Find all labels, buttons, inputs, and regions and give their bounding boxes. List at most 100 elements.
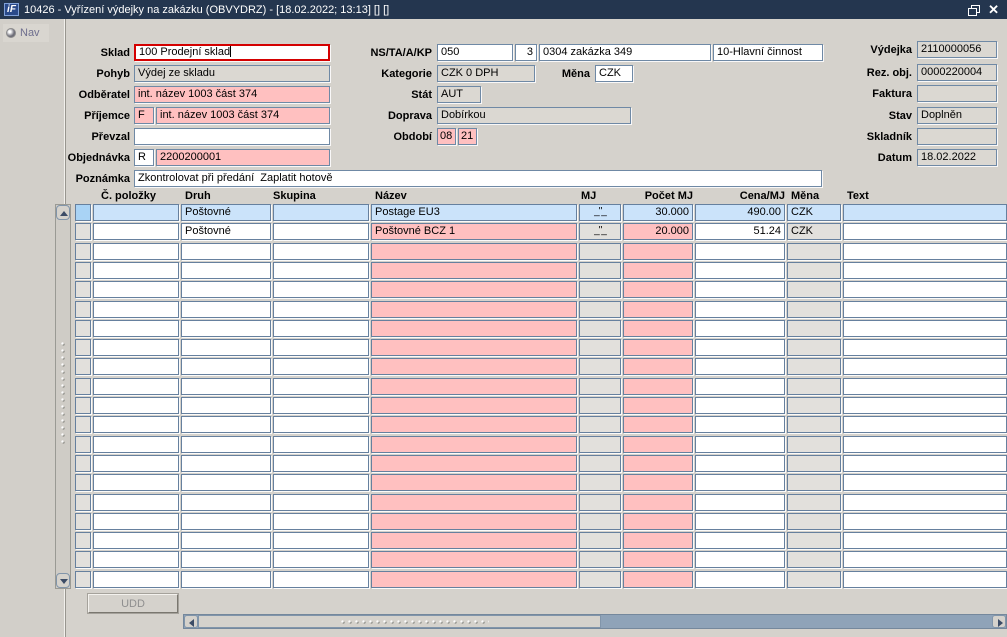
cell-text[interactable] bbox=[843, 551, 1007, 569]
cell-nazev[interactable] bbox=[371, 261, 577, 279]
objednavka-flag-field[interactable]: R bbox=[134, 149, 154, 166]
cell-pocet[interactable] bbox=[623, 493, 693, 511]
cell-pocet[interactable] bbox=[623, 551, 693, 569]
cell-text[interactable] bbox=[843, 474, 1007, 492]
prijemce-flag-field[interactable]: F bbox=[134, 107, 154, 124]
cell-druh[interactable]: Poštovné bbox=[181, 223, 271, 241]
cell-text[interactable] bbox=[843, 454, 1007, 472]
cell-mena[interactable]: CZK bbox=[787, 223, 841, 241]
cell-mena[interactable] bbox=[787, 512, 841, 530]
cell-mena[interactable] bbox=[787, 474, 841, 492]
sklad-field[interactable]: 100 Prodejní sklad bbox=[134, 44, 330, 61]
cell-text[interactable] bbox=[843, 223, 1007, 241]
cell-pocet[interactable] bbox=[623, 435, 693, 453]
cell-pocet[interactable] bbox=[623, 532, 693, 550]
cell-mena[interactable] bbox=[787, 358, 841, 376]
cell-mj[interactable]: _"_ bbox=[579, 223, 621, 241]
record-indicator[interactable] bbox=[75, 339, 91, 357]
cell-nazev[interactable] bbox=[371, 242, 577, 260]
cell-nazev[interactable] bbox=[371, 512, 577, 530]
cell-mena[interactable] bbox=[787, 377, 841, 395]
cell-pocet[interactable] bbox=[623, 358, 693, 376]
cell-mena[interactable] bbox=[787, 493, 841, 511]
record-indicator[interactable] bbox=[75, 397, 91, 414]
cell-mena[interactable] bbox=[787, 397, 841, 414]
cell-text[interactable] bbox=[843, 435, 1007, 453]
cell-druh[interactable] bbox=[181, 281, 271, 299]
nav-radio-icon[interactable] bbox=[6, 28, 16, 38]
objednavka-field[interactable]: 2200200001 bbox=[156, 149, 330, 166]
cell-pocet[interactable] bbox=[623, 261, 693, 279]
cell-cpolozky[interactable] bbox=[93, 300, 179, 318]
cell-cena[interactable] bbox=[695, 416, 785, 434]
cell-text[interactable] bbox=[843, 204, 1007, 221]
cell-mj[interactable] bbox=[579, 281, 621, 299]
cell-druh[interactable] bbox=[181, 339, 271, 357]
cell-nazev[interactable]: Postage EU3 bbox=[371, 204, 577, 221]
cell-cena[interactable] bbox=[695, 358, 785, 376]
cell-skupina[interactable] bbox=[273, 300, 369, 318]
cell-text[interactable] bbox=[843, 512, 1007, 530]
vertical-scrollbar[interactable] bbox=[55, 204, 71, 589]
cell-nazev[interactable]: Poštovné BCZ 1 bbox=[371, 223, 577, 241]
cell-mena[interactable] bbox=[787, 242, 841, 260]
record-indicator[interactable] bbox=[75, 454, 91, 472]
cell-cena[interactable] bbox=[695, 493, 785, 511]
cell-skupina[interactable] bbox=[273, 339, 369, 357]
cell-mj[interactable] bbox=[579, 454, 621, 472]
cell-nazev[interactable] bbox=[371, 416, 577, 434]
cell-cena[interactable] bbox=[695, 300, 785, 318]
cell-cena[interactable] bbox=[695, 261, 785, 279]
cell-pocet[interactable] bbox=[623, 570, 693, 588]
record-indicator[interactable] bbox=[75, 319, 91, 337]
cell-skupina[interactable] bbox=[273, 435, 369, 453]
cell-cpolozky[interactable] bbox=[93, 435, 179, 453]
record-indicator[interactable] bbox=[75, 242, 91, 260]
scroll-left-icon[interactable] bbox=[184, 615, 198, 628]
record-indicator[interactable] bbox=[75, 204, 91, 221]
cell-skupina[interactable] bbox=[273, 512, 369, 530]
cell-cpolozky[interactable] bbox=[93, 532, 179, 550]
record-indicator[interactable] bbox=[75, 416, 91, 434]
record-indicator[interactable] bbox=[75, 358, 91, 376]
cell-skupina[interactable] bbox=[273, 223, 369, 241]
cell-cena[interactable]: 51.24 bbox=[695, 223, 785, 241]
cell-druh[interactable] bbox=[181, 532, 271, 550]
cell-text[interactable] bbox=[843, 261, 1007, 279]
cell-cpolozky[interactable] bbox=[93, 339, 179, 357]
cell-mena[interactable] bbox=[787, 339, 841, 357]
cell-druh[interactable] bbox=[181, 242, 271, 260]
cell-skupina[interactable] bbox=[273, 551, 369, 569]
cell-mena[interactable] bbox=[787, 551, 841, 569]
record-indicator[interactable] bbox=[75, 377, 91, 395]
cell-nazev[interactable] bbox=[371, 300, 577, 318]
cell-nazev[interactable] bbox=[371, 377, 577, 395]
cell-text[interactable] bbox=[843, 339, 1007, 357]
record-indicator[interactable] bbox=[75, 300, 91, 318]
cell-pocet[interactable] bbox=[623, 242, 693, 260]
cell-cena[interactable] bbox=[695, 532, 785, 550]
scroll-right-icon[interactable] bbox=[992, 615, 1006, 628]
cell-skupina[interactable] bbox=[273, 377, 369, 395]
cell-cpolozky[interactable] bbox=[93, 512, 179, 530]
record-indicator[interactable] bbox=[75, 435, 91, 453]
cell-nazev[interactable] bbox=[371, 435, 577, 453]
nstaakp-field-2[interactable]: 3 bbox=[515, 44, 537, 61]
cell-skupina[interactable] bbox=[273, 493, 369, 511]
cell-druh[interactable] bbox=[181, 454, 271, 472]
cell-cpolozky[interactable] bbox=[93, 551, 179, 569]
cell-pocet[interactable] bbox=[623, 416, 693, 434]
cell-druh[interactable] bbox=[181, 300, 271, 318]
cell-mj[interactable] bbox=[579, 551, 621, 569]
obdobi-field-2[interactable]: 21 bbox=[458, 128, 477, 145]
record-indicator[interactable] bbox=[75, 261, 91, 279]
horizontal-scrollbar-thumb[interactable] bbox=[198, 615, 601, 628]
record-indicator[interactable] bbox=[75, 474, 91, 492]
record-indicator[interactable] bbox=[75, 281, 91, 299]
cell-mena[interactable]: CZK bbox=[787, 204, 841, 221]
cell-cpolozky[interactable] bbox=[93, 204, 179, 221]
cell-mj[interactable] bbox=[579, 532, 621, 550]
cell-skupina[interactable] bbox=[273, 454, 369, 472]
cell-cena[interactable] bbox=[695, 377, 785, 395]
cell-nazev[interactable] bbox=[371, 281, 577, 299]
